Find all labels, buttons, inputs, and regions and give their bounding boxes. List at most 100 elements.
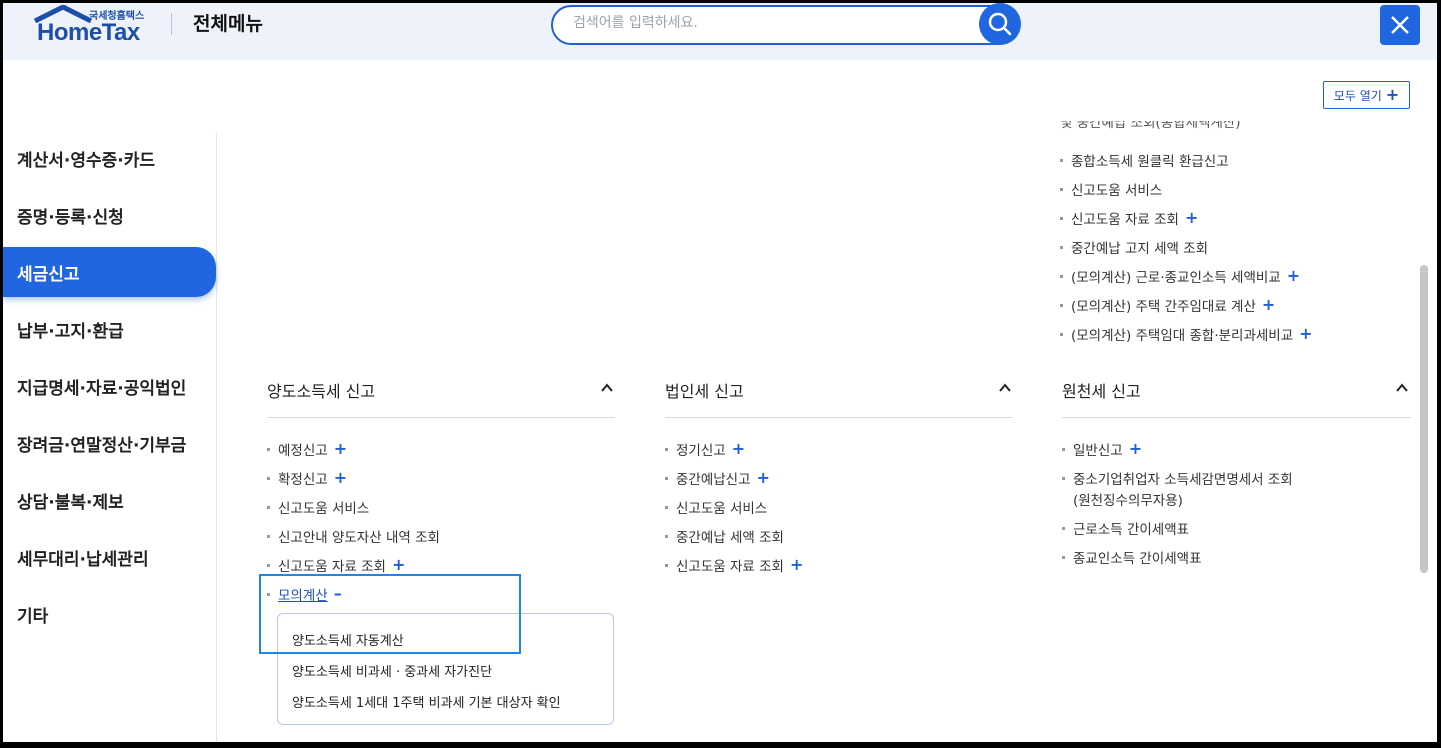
list-item[interactable]: 신고도움 자료 조회 + [267,555,405,575]
sidebar-item-tax-filing[interactable]: 세금신고 [3,247,216,297]
expand-plus-icon[interactable]: + [1287,268,1300,284]
close-menu-button[interactable] [1380,5,1420,45]
list-item-label: 중소기업취업자 소득세감면명세서 조회 [1073,472,1293,488]
section-divider [1062,417,1411,418]
expand-plus-icon[interactable]: + [392,557,405,573]
list-item-label: 중간예납 세액 조회 [676,530,784,546]
chevron-up-icon[interactable] [998,381,1012,395]
list-item[interactable]: 종합소득세 원클릭 환급신고 [1060,150,1229,170]
list-item[interactable]: (모의계산) 근로·종교인소득 세액비교 + [1060,266,1300,286]
list-item[interactable]: 일반신고 + [1062,439,1142,459]
list-item[interactable]: 신고도움 자료 조회 + [665,555,803,575]
bullet [267,563,270,567]
chevron-up-icon[interactable] [600,381,614,395]
header-divider [171,13,172,35]
sidebar-item-payment-refund[interactable]: 납부·고지·환급 [3,304,216,354]
hometax-full-menu-window: 국세청홈택스 HomeTax 전체메뉴 모두 열기 + 계산서·영수증·카드 증… [3,3,1437,742]
sidebar-item-etc[interactable]: 기타 [3,589,216,639]
list-item[interactable]: 중간예납 세액 조회 [665,526,784,546]
search-input[interactable] [573,15,973,31]
expand-plus-icon[interactable]: + [1185,210,1198,226]
selection-highlight [259,574,521,654]
bullet [1062,526,1065,530]
submenu-item[interactable]: 양도소득세 1세대 1주택 비과세 기본 대상자 확인 [292,692,561,711]
list-item[interactable]: 신고도움 서비스 [1060,179,1162,199]
list-item[interactable]: 확정신고 + [267,468,347,488]
page-title: 전체메뉴 [193,13,263,35]
list-item[interactable]: 예정신고 + [267,439,347,459]
list-item[interactable]: 신고도움 자료 조회 + [1060,208,1198,228]
list-item-continuation[interactable]: (원천징수의무자용) [1073,489,1183,509]
bullet [1060,245,1063,249]
list-item-label: 확정신고 [278,472,328,488]
list-item[interactable]: 종교인소득 간이세액표 [1062,547,1202,567]
list-item-label: 신고도움 자료 조회 [1071,212,1179,228]
bullet [1060,216,1063,220]
list-item-label: (모의계산) 주택 간주임대료 계산 [1071,299,1256,315]
section-title-corporate-tax[interactable]: 법인세 신고 [665,378,744,402]
expand-plus-icon[interactable]: + [1262,297,1275,313]
list-item-label: (원천징수의무자용) [1073,493,1183,509]
list-item-label: (모의계산) 근로·종교인소득 세액비교 [1071,270,1281,286]
expand-plus-icon[interactable]: + [334,441,347,457]
chevron-up-icon[interactable] [1395,381,1409,395]
list-item-label: 일반신고 [1073,443,1123,459]
list-item[interactable]: (모의계산) 주택 간주임대료 계산 + [1060,295,1275,315]
bullet [665,563,668,567]
cut-off-list-item: 및 중간예납 조회(종합세액계산) [1060,121,1241,137]
expand-plus-icon[interactable]: + [732,441,745,457]
search-button[interactable] [979,3,1021,45]
expand-plus-icon[interactable]: + [334,470,347,486]
list-item-label: 신고도움 자료 조회 [676,559,784,575]
bullet [1060,274,1063,278]
expand-plus-icon[interactable]: + [1299,326,1312,342]
sidebar-item-invoice-receipt-card[interactable]: 계산서·영수증·카드 [3,133,216,183]
sidebar: 계산서·영수증·카드 증명·등록·신청 세금신고 납부·고지·환급 지급명세·자… [3,133,217,742]
bullet [665,476,668,480]
list-item[interactable]: 중간예납신고 + [665,468,770,488]
submenu-item[interactable]: 양도소득세 비과세 · 중과세 자가진단 [292,661,492,680]
sidebar-item-payment-statement[interactable]: 지급명세·자료·공익법인 [3,361,216,411]
expand-plus-icon[interactable]: + [1129,441,1142,457]
list-item[interactable]: 신고도움 서비스 [267,497,369,517]
list-item-label: 신고도움 서비스 [278,501,370,517]
list-item[interactable]: 신고안내 양도자산 내역 조회 [267,526,440,546]
list-item-label: 신고도움 서비스 [1071,183,1163,199]
section-title-withholding-tax[interactable]: 원천세 신고 [1062,378,1141,402]
scrollbar-thumb[interactable] [1420,265,1428,573]
list-item[interactable]: 중소기업취업자 소득세감면명세서 조회 [1062,468,1293,488]
bullet [1062,447,1065,451]
header: 국세청홈택스 HomeTax 전체메뉴 [3,3,1437,60]
sidebar-item-incentive-yearend[interactable]: 장려금·연말정산·기부금 [3,418,216,468]
sidebar-item-certificate-registration[interactable]: 증명·등록·신청 [3,190,216,240]
list-item-label: 중간예납신고 [676,472,751,488]
bullet [1062,476,1065,480]
bullet [267,505,270,509]
list-item[interactable]: 신고도움 서비스 [665,497,767,517]
list-item-label: 예정신고 [278,443,328,459]
bullet [267,476,270,480]
list-item-label: 근로소득 간이세액표 [1073,522,1190,538]
cut-off-text: 및 중간예납 조회(종합세액계산) [1060,121,1241,131]
close-icon [1391,16,1409,34]
list-item[interactable]: 정기신고 + [665,439,745,459]
section-title-capital-gains[interactable]: 양도소득세 신고 [267,378,375,402]
list-item[interactable]: 중간예납 고지 세액 조회 [1060,237,1208,257]
search-box [551,5,1019,45]
hometax-logo[interactable]: 국세청홈택스 HomeTax [31,5,153,49]
logo-text: HomeTax [37,19,140,46]
bullet [1060,332,1063,336]
sidebar-item-consult-appeal[interactable]: 상담·불복·제보 [3,475,216,525]
expand-plus-icon[interactable]: + [790,557,803,573]
bullet [665,534,668,538]
open-all-label: 모두 열기 [1333,88,1382,103]
plus-icon: + [1385,85,1400,104]
sidebar-item-tax-agent[interactable]: 세무대리·납세관리 [3,532,216,582]
bullet [1060,187,1063,191]
expand-plus-icon[interactable]: + [757,470,770,486]
section-divider [267,417,615,418]
list-item[interactable]: 근로소득 간이세액표 [1062,518,1189,538]
bullet [665,505,668,509]
open-all-button[interactable]: 모두 열기 + [1323,81,1410,109]
list-item[interactable]: (모의계산) 주택임대 종합·분리과세비교 + [1060,324,1313,344]
